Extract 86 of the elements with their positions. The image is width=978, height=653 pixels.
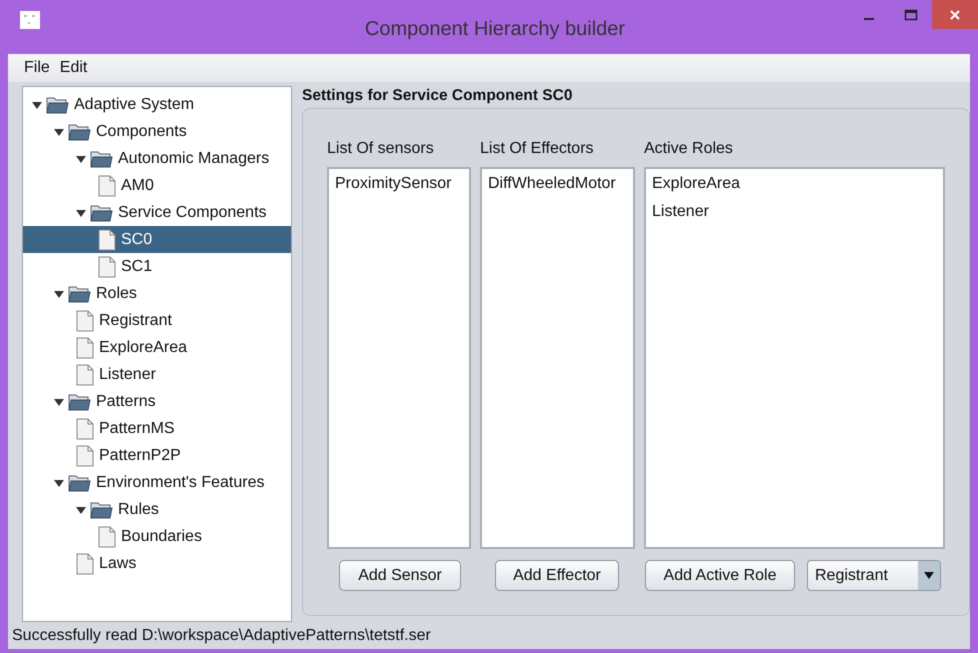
folder-icon bbox=[68, 392, 91, 412]
menu-item[interactable]: File bbox=[24, 59, 50, 77]
role-dropdown[interactable]: Registrant bbox=[807, 560, 941, 591]
list-label: List Of sensors bbox=[327, 140, 435, 159]
add-button[interactable]: Add Effector bbox=[495, 560, 619, 591]
tree-item-label: Patterns bbox=[96, 392, 156, 410]
expand-toggle-icon[interactable] bbox=[32, 100, 42, 110]
tree-item-label: PatternP2P bbox=[99, 446, 181, 464]
tree-item-label: Adaptive System bbox=[74, 96, 194, 114]
expand-toggle-icon[interactable] bbox=[76, 208, 86, 218]
expand-toggle-icon[interactable] bbox=[54, 288, 64, 298]
tree-item-label: PatternMS bbox=[99, 420, 175, 438]
tree-item[interactable]: PatternP2P bbox=[23, 442, 291, 469]
app-icon bbox=[20, 11, 40, 29]
folder-icon bbox=[90, 148, 113, 168]
document-icon bbox=[76, 444, 94, 466]
expand-toggle-icon[interactable] bbox=[54, 396, 64, 406]
document-icon bbox=[98, 174, 116, 196]
document-icon bbox=[76, 418, 94, 440]
tree-item[interactable]: Components bbox=[23, 118, 291, 145]
close-button[interactable] bbox=[932, 0, 978, 29]
tree-item-label: AM0 bbox=[121, 176, 154, 194]
folder-icon bbox=[90, 202, 113, 222]
list-label: Active Roles bbox=[644, 140, 734, 159]
expand-toggle-icon[interactable] bbox=[76, 504, 86, 514]
list-item[interactable]: Listener bbox=[652, 201, 709, 229]
tree-item-label: Autonomic Managers bbox=[118, 150, 270, 168]
minimize-icon bbox=[864, 18, 874, 20]
tree-item[interactable]: Autonomic Managers bbox=[23, 145, 291, 172]
list-item[interactable]: ExploreArea bbox=[652, 173, 740, 201]
tree-item-label: Service Components bbox=[118, 204, 267, 222]
tree-item[interactable]: Registrant bbox=[23, 307, 291, 334]
tree-item[interactable]: Patterns bbox=[23, 388, 291, 415]
document-icon bbox=[98, 256, 116, 278]
expand-toggle-icon[interactable] bbox=[54, 126, 64, 136]
add-button[interactable]: Add Active Role bbox=[645, 560, 795, 591]
tree-item-label: Boundaries bbox=[121, 528, 202, 546]
tree-item[interactable]: Rules bbox=[23, 496, 291, 523]
list-item[interactable]: ProximitySensor bbox=[335, 173, 452, 201]
tree-item-label: Environment's Features bbox=[96, 474, 264, 492]
document-icon bbox=[76, 552, 94, 574]
tree-item[interactable]: SC0 bbox=[23, 226, 291, 253]
tree-item[interactable]: Listener bbox=[23, 361, 291, 388]
document-icon bbox=[98, 526, 116, 548]
folder-icon bbox=[68, 284, 91, 304]
tree-item[interactable]: Adaptive System bbox=[23, 91, 291, 118]
tree-item-label: Listener bbox=[99, 366, 156, 384]
list-box[interactable]: ProximitySensor bbox=[327, 167, 471, 549]
tree-item-label: ExploreArea bbox=[99, 338, 188, 356]
tree-item-label: Registrant bbox=[99, 312, 172, 330]
document-icon bbox=[76, 336, 94, 358]
menu-item[interactable]: Edit bbox=[60, 59, 88, 77]
tree-item[interactable]: ExploreArea bbox=[23, 334, 291, 361]
list-item[interactable]: DiffWheeledMotor bbox=[488, 173, 616, 201]
folder-icon bbox=[68, 472, 91, 492]
tree-item[interactable]: Roles bbox=[23, 280, 291, 307]
list-label: List Of Effectors bbox=[480, 140, 595, 159]
tree-item[interactable]: SC1 bbox=[23, 253, 291, 280]
list-box[interactable]: DiffWheeledMotor bbox=[480, 167, 635, 549]
tree-item-label: Laws bbox=[99, 554, 136, 572]
document-icon bbox=[76, 364, 94, 386]
expand-toggle-icon[interactable] bbox=[76, 154, 86, 164]
maximize-icon bbox=[904, 8, 918, 20]
tree-item[interactable]: Laws bbox=[23, 550, 291, 577]
add-button[interactable]: Add Sensor bbox=[339, 560, 461, 591]
folder-icon bbox=[46, 94, 69, 114]
list-box[interactable]: ExploreArea Listener bbox=[644, 167, 945, 549]
folder-icon bbox=[68, 122, 91, 142]
status-bar-text: Successfully read D:\workspace\AdaptivePatterns\tetstf.ser bbox=[12, 626, 432, 646]
tree-item[interactable]: Boundaries bbox=[23, 523, 291, 550]
tree-item[interactable]: Environment's Features bbox=[23, 469, 291, 496]
close-icon bbox=[949, 8, 961, 20]
tree-item-label: Roles bbox=[96, 284, 137, 302]
tree-item-label: SC0 bbox=[121, 230, 152, 248]
document-icon bbox=[76, 310, 94, 332]
settings-title: Settings for Service Component SC0 bbox=[302, 87, 574, 105]
document-icon bbox=[98, 228, 116, 250]
window-title: Component Hierarchy builder bbox=[364, 18, 626, 40]
folder-icon bbox=[90, 500, 113, 520]
tree-item[interactable]: PatternMS bbox=[23, 415, 291, 442]
tree-item[interactable]: AM0 bbox=[23, 172, 291, 199]
tree-item-label: SC1 bbox=[121, 258, 152, 276]
tree-item-label: Rules bbox=[118, 500, 159, 518]
tree-item[interactable]: Service Components bbox=[23, 199, 291, 226]
tree-item-label: Components bbox=[96, 122, 187, 140]
expand-toggle-icon[interactable] bbox=[54, 478, 64, 488]
